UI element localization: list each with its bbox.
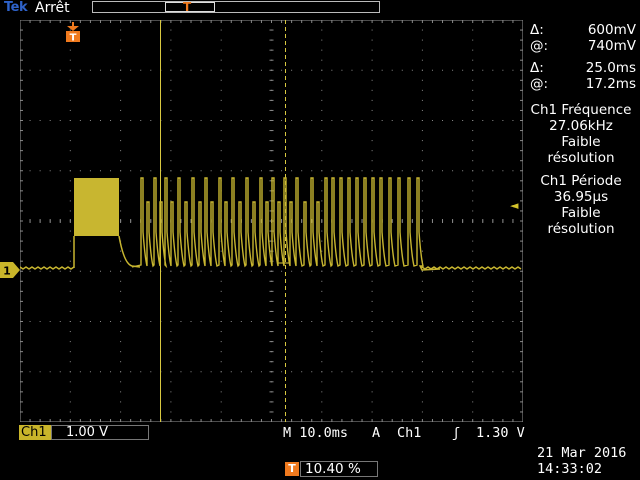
cursor-v-delta-row: Δ: 600mV: [522, 22, 640, 38]
ch1-volts-per-div: 1.00 V: [51, 425, 149, 440]
measure-period-value: 36.95µs: [553, 189, 609, 205]
measure-frequency-note2: résolution: [547, 150, 615, 166]
record-trigger-marker: T: [183, 0, 192, 14]
measure-frequency-title: Ch1 Fréquence: [530, 102, 632, 118]
at-icon: @:: [530, 38, 549, 54]
cursor-v-at-row: @: 740mV: [522, 38, 640, 54]
svg-text:T: T: [70, 33, 77, 43]
ch1-ground-marker[interactable]: 1: [0, 262, 20, 278]
cursor-t-delta-row: Δ: 25.0ms: [522, 60, 640, 76]
trigger-level-arrow-icon: ◄: [510, 199, 519, 212]
at-icon: @:: [530, 76, 549, 92]
svg-text:1: 1: [3, 265, 11, 278]
timebase-readout: M 10.0ms: [283, 425, 349, 441]
measure-frequency-value: 27.06kHz: [549, 118, 613, 134]
measure-period-title: Ch1 Période: [540, 173, 622, 189]
measure-period-note1: Faible: [561, 205, 601, 221]
measure-period-note2: résolution: [547, 221, 615, 237]
measure-frequency-note1: Faible: [561, 134, 601, 150]
delta-icon: Δ:: [530, 22, 544, 38]
trigger-position-readout: 10.40 %: [300, 461, 378, 477]
cursor-t-at-value: 17.2ms: [585, 76, 636, 92]
time-readout: 14:33:02: [537, 461, 603, 477]
acquisition-status: Arrêt: [35, 0, 70, 16]
trigger-level-readout: 1.30 V: [476, 425, 525, 441]
trigger-mode: A: [372, 425, 381, 441]
record-length-bar: [92, 1, 380, 13]
cursor-t-delta-value: 25.0ms: [585, 60, 636, 76]
cursor-t-at-row: @: 17.2ms: [522, 76, 640, 92]
cursor-v-delta-value: 600mV: [587, 22, 636, 38]
cursor-v-at-value: 740mV: [587, 38, 636, 54]
rising-edge-icon: ʃ: [452, 425, 461, 441]
ch1-label[interactable]: Ch1: [19, 425, 51, 440]
waveform-display[interactable]: [20, 20, 523, 422]
delta-icon: Δ:: [530, 60, 544, 76]
burst-block: [74, 178, 119, 236]
trigger-position-icon[interactable]: T: [66, 22, 80, 42]
tektronix-logo: Tek: [4, 0, 28, 15]
date-readout: 21 Mar 2016: [537, 445, 627, 461]
trigger-position-icon: T: [285, 462, 299, 476]
trigger-source: Ch1: [397, 425, 422, 441]
